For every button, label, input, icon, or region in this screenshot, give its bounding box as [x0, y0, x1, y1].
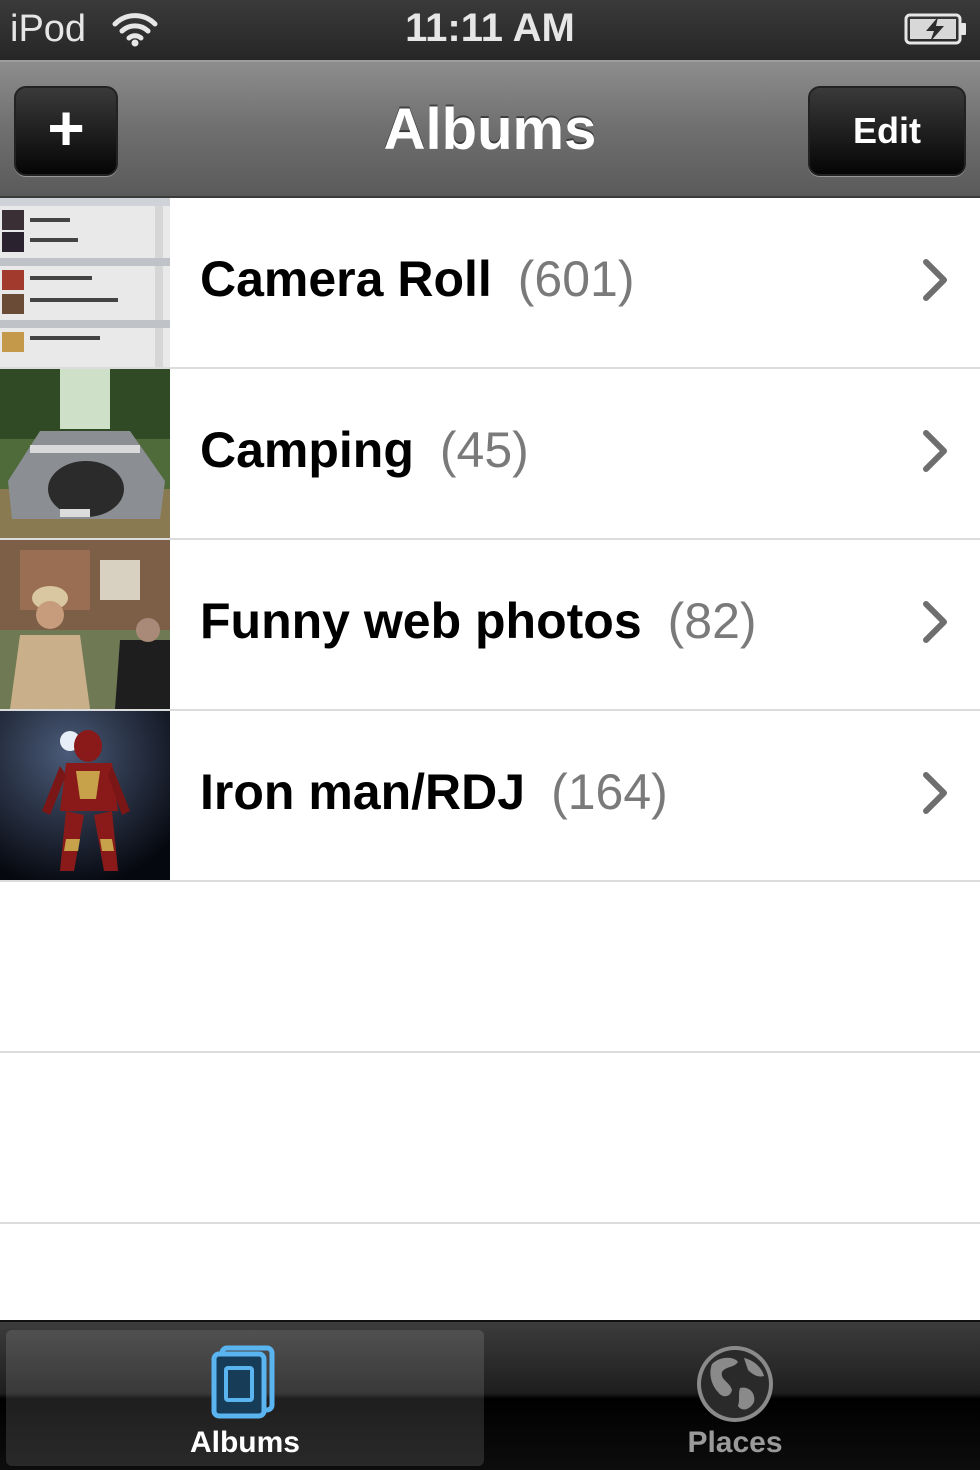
iron-man-thumbnail	[0, 711, 170, 880]
navigation-bar: + Albums Edit	[0, 60, 980, 198]
tab-bar: Albums Places	[0, 1320, 980, 1470]
funny-photo-thumbnail	[0, 540, 170, 709]
edit-button[interactable]: Edit	[808, 86, 966, 176]
album-list: Camera Roll (601) Camping (45) Funny web…	[0, 198, 980, 1224]
album-name-text: Funny web photos	[200, 593, 642, 649]
tab-label: Albums	[189, 1426, 300, 1459]
camping-tent-thumbnail	[0, 369, 170, 538]
empty-row	[0, 882, 980, 1053]
battery-charging-icon	[904, 13, 966, 45]
clock-time: 11:11 AM	[405, 6, 575, 50]
camera-roll-thumbnail	[0, 198, 170, 367]
chevron-right-icon	[923, 430, 947, 472]
album-name-text: Camping	[200, 422, 414, 478]
album-title: Camera Roll (601)	[200, 250, 635, 308]
chevron-right-icon	[923, 259, 947, 301]
album-title: Iron man/RDJ (164)	[200, 763, 668, 821]
chevron-right-icon	[923, 601, 947, 643]
album-name-text: Camera Roll	[200, 251, 492, 307]
empty-row	[0, 1053, 980, 1224]
album-row-iron-man[interactable]: Iron man/RDJ (164)	[0, 711, 980, 882]
album-count: (45)	[439, 422, 529, 478]
status-bar: iPod 11:11 AM	[0, 0, 980, 60]
album-title: Camping (45)	[200, 421, 529, 479]
chevron-right-icon	[923, 772, 947, 814]
albums-icon	[211, 1345, 275, 1419]
album-count: (601)	[517, 251, 635, 307]
album-row-funny-web-photos[interactable]: Funny web photos (82)	[0, 540, 980, 711]
globe-icon	[697, 1346, 773, 1422]
tab-label: Places	[687, 1426, 783, 1459]
album-row-camping[interactable]: Camping (45)	[0, 369, 980, 540]
album-row-camera-roll[interactable]: Camera Roll (601)	[0, 198, 980, 369]
album-count: (82)	[667, 593, 757, 649]
tab-places[interactable]: Places	[496, 1330, 974, 1466]
album-count: (164)	[551, 764, 668, 820]
album-name-text: Iron man/RDJ	[200, 764, 526, 820]
tab-albums[interactable]: Albums	[6, 1330, 484, 1466]
album-title: Funny web photos (82)	[200, 592, 757, 650]
